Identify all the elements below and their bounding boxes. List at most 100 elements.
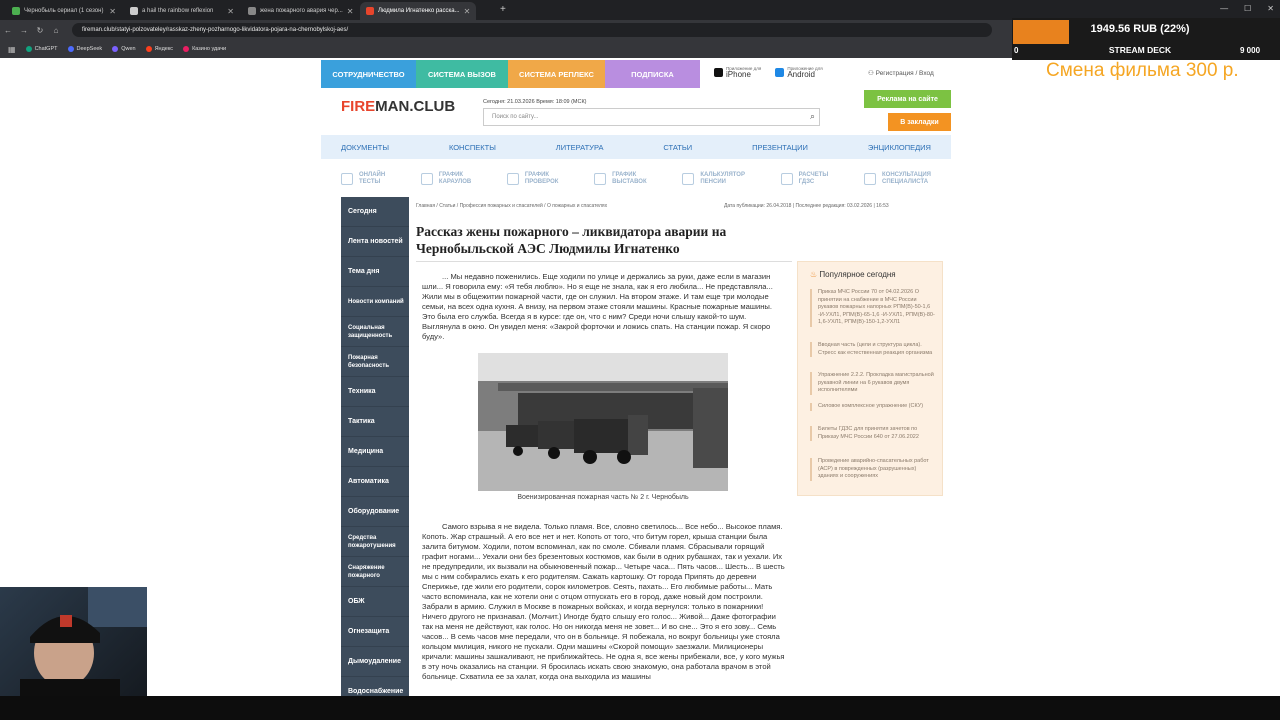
bookmark-item[interactable]: DeepSeek [67, 46, 102, 52]
maximize-icon[interactable]: ☐ [1244, 4, 1251, 13]
service-link[interactable]: ГРАФИК ПРОВЕРОК [506, 164, 559, 194]
sidebar-item[interactable]: Лента новостей [341, 227, 409, 257]
search-input[interactable]: Поиск по сайту... ⌕ [483, 108, 820, 126]
browser-tab[interactable]: Чернобыль сериал (1 сезон) ✕ [6, 2, 122, 20]
sidebar-item[interactable]: Техника [341, 377, 409, 407]
service-label-line: ПРОВЕРОК [524, 179, 559, 185]
article: Главная / Статьи / Профессия пожарных и … [416, 197, 889, 696]
service-icon [863, 173, 876, 185]
service-link[interactable]: ОНЛАЙН ТЕСТЫ [341, 164, 385, 194]
bookmark-item[interactable]: Яндекс [145, 46, 173, 52]
browser-tab[interactable]: Людмила Игнатенко расска... ✕ [360, 2, 476, 20]
service-link[interactable]: КАЛЬКУЛЯТОР ПЕНСИИ [682, 164, 745, 194]
sidebar-item[interactable]: Тактика [341, 407, 409, 437]
breadcrumb[interactable]: Главная / Статьи / Профессия пожарных и … [416, 203, 607, 209]
service-link[interactable]: ГРАФИК ВЫСТАВОК [594, 164, 647, 194]
home-icon[interactable]: ⌂ [48, 26, 64, 35]
popular-item[interactable]: Приказ МЧС России 70 от 04.02.2026 О при… [810, 289, 936, 327]
sidebar-item[interactable]: Снаряжение пожарного [341, 557, 409, 587]
minimize-icon[interactable]: — [1220, 4, 1228, 13]
search-icon[interactable]: ⌕ [810, 111, 815, 122]
sidebar-item[interactable]: Пожарная безопасность [341, 347, 409, 377]
app-text: Приложение для iPhone [726, 66, 761, 79]
service-icon [780, 173, 793, 185]
login-link[interactable]: ⚇ Регистрация / Вход [868, 69, 934, 77]
sidebar-item[interactable]: Медицина [341, 437, 409, 467]
mainnav-item[interactable]: КОНСПЕКТЫ [449, 143, 496, 152]
mainnav-item[interactable]: ДОКУМЕНТЫ [341, 143, 389, 152]
app-link-android[interactable]: Приложение для Android [775, 66, 823, 79]
service-label-line: ТЕСТЫ [359, 179, 381, 185]
sidebar-item[interactable]: Дымоудаление [341, 647, 409, 677]
popular-item[interactable]: Билеты ГДЗС для принятия зачетов по Прик… [810, 426, 936, 441]
user-icon: ⚇ [868, 70, 876, 77]
service-label-line: КАРАУЛОВ [438, 179, 472, 185]
mainnav-item[interactable]: СТАТЬИ [663, 143, 692, 152]
mainnav-item[interactable]: ПРЕЗЕНТАЦИИ [752, 143, 808, 152]
topnav-4[interactable]: ПОДПИСКА [605, 60, 700, 88]
forward-icon[interactable]: → [16, 26, 32, 35]
tab-close-icon[interactable]: ✕ [223, 7, 234, 16]
services-bar: ОНЛАЙН ТЕСТЫ ГРАФИК КАРАУЛОВ ГРАФИК ПРОВЕРОК Г… [341, 164, 931, 194]
login-label: Регистрация / Вход [875, 70, 934, 77]
fire-station-photo[interactable] [478, 353, 728, 491]
new-tab-icon[interactable]: + [500, 4, 506, 15]
tab-close-icon[interactable]: ✕ [460, 7, 471, 16]
service-label: ГРАФИК ВЫСТАВОК [612, 172, 647, 186]
app-links: Приложение для iPhone Приложение для Androi… [714, 66, 823, 79]
logo-fire: FIRE [341, 98, 376, 115]
tab-strip: Чернобыль сериал (1 сезон) ✕ a hail the ra… [0, 0, 1280, 20]
advertise-button[interactable]: Реклама на сайте [864, 90, 951, 108]
back-icon[interactable]: ← [0, 26, 16, 35]
sidebar-item[interactable]: Средства пожаротушения [341, 527, 409, 557]
sidebar-item[interactable]: Автоматика [341, 467, 409, 497]
bookmark-label: Казино удачи [192, 46, 227, 52]
sidebar-item[interactable]: ОБЖ [341, 587, 409, 617]
popular-title: ♨ Популярное сегодня [810, 270, 896, 279]
bookmark-item[interactable]: Qwen [112, 46, 136, 52]
service-icon [594, 173, 607, 185]
tab-close-icon[interactable]: ✕ [343, 7, 354, 16]
popular-item[interactable]: Силовое комплексное упражнение (СКУ) [810, 403, 936, 411]
bookmark-icon [67, 46, 74, 52]
donation-goal-label: STREAM DECK [1108, 45, 1172, 55]
url-field[interactable]: fireman.club/statyi-polzovateley/rasskaz… [72, 23, 992, 37]
popular-item[interactable]: Проведение аварийно-спасательных работ (… [810, 458, 936, 481]
site-logo[interactable]: FIREMAN.CLUB [341, 98, 455, 115]
sidebar-item[interactable]: Огнезащита [341, 617, 409, 647]
sidebar-item[interactable]: Тема дня [341, 257, 409, 287]
bookmark-item[interactable]: Казино удачи [183, 46, 226, 52]
popular-item[interactable]: Упражнение 2.2.2. Прокладка магистрально… [810, 372, 936, 395]
apps-icon[interactable]: ▦ [8, 45, 16, 54]
sidebar-item[interactable]: Водоснабжение [341, 677, 409, 696]
popular-item[interactable]: Вводная часть (цели и структура цикла). … [810, 342, 936, 357]
service-link[interactable]: КОНСУЛЬТАЦИЯ СПЕЦИАЛИСТА [863, 164, 931, 194]
bookmark-item[interactable]: ChatGPT [25, 46, 58, 52]
sidebar-item[interactable]: Оборудование [341, 497, 409, 527]
mainnav-item[interactable]: ЛИТЕРАТУРА [556, 143, 604, 152]
sidebar-item[interactable]: Сегодня [341, 197, 409, 227]
title-divider [416, 261, 792, 262]
app-text: Приложение для Android [787, 66, 822, 79]
bookmark-label: Qwen [121, 46, 136, 52]
bookmark-button[interactable]: В закладки [888, 113, 951, 131]
browser-tab[interactable]: жена пожарного авария чер... ✕ [242, 2, 358, 20]
service-link[interactable]: ГРАФИК КАРАУЛОВ [420, 164, 472, 194]
service-label-line: ОНЛАЙН [359, 172, 386, 178]
service-link[interactable]: РАСЧЕТЫ ГДЗС [780, 164, 828, 194]
browser-tab[interactable]: a hail the rainbow reflexion ✕ [124, 2, 240, 20]
app-link-iphone[interactable]: Приложение для iPhone [714, 66, 761, 79]
topnav-3[interactable]: СИСТЕМА РЕПЛЕКС [508, 60, 605, 88]
service-label-line: ГРАФИК [524, 172, 550, 178]
article-paragraph: ... Мы недавно поженились. Еще ходили по… [422, 272, 773, 341]
donation-min: 0 [1014, 46, 1019, 55]
sidebar-item[interactable]: Социальная защищенность [341, 317, 409, 347]
android-icon [775, 68, 785, 77]
reload-icon[interactable]: ↻ [32, 26, 48, 35]
mainnav-item[interactable]: ЭНЦИКЛОПЕДИЯ [868, 143, 931, 152]
sidebar-item[interactable]: Новости компаний [341, 287, 409, 317]
topnav-2[interactable]: СИСТЕМА ВЫЗОВ [416, 60, 508, 88]
close-window-icon[interactable]: ✕ [1267, 4, 1274, 13]
topnav-1[interactable]: СОТРУДНИЧЕСТВО [321, 60, 416, 88]
tab-close-icon[interactable]: ✕ [105, 7, 116, 16]
